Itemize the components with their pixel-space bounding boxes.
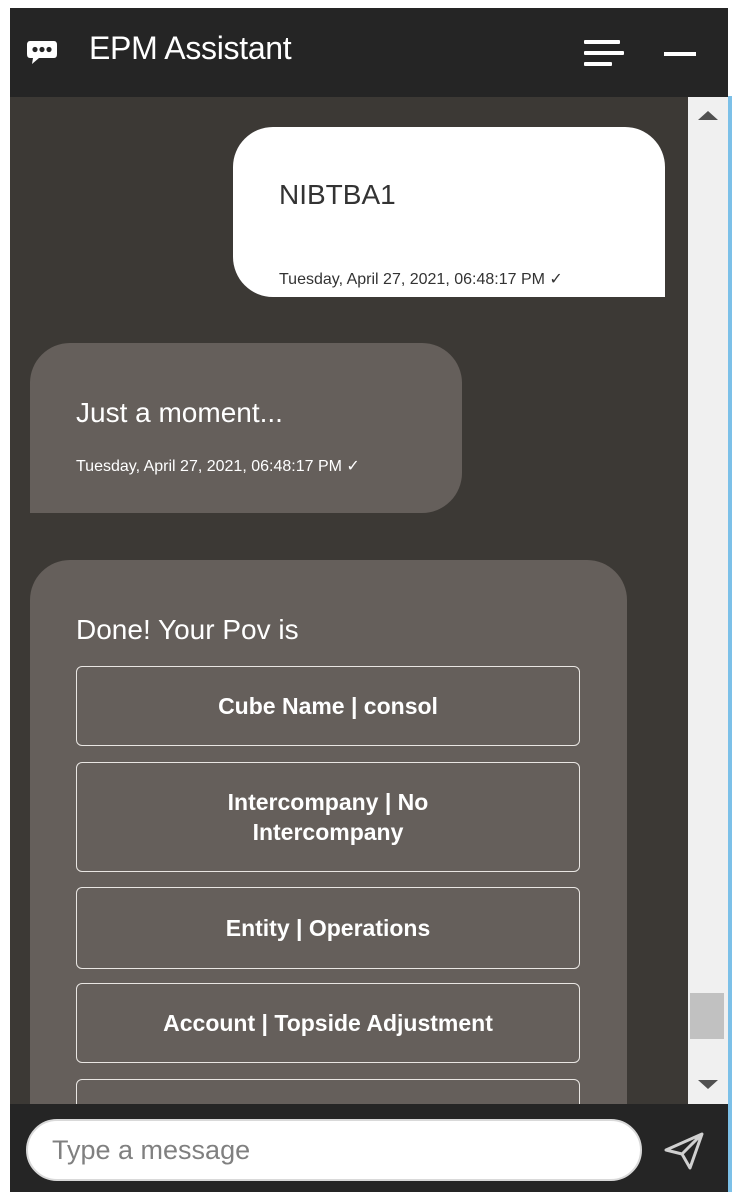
bot-message-text: Just a moment... <box>76 397 283 428</box>
bot-message-timestamp: Tuesday, April 27, 2021, 06:48:17 PM <box>76 456 360 476</box>
scroll-up-arrow-icon[interactable] <box>688 97 728 137</box>
pov-message-text: Done! Your Pov is <box>76 614 299 645</box>
app-title: EPM Assistant <box>89 30 292 66</box>
pov-option-account[interactable]: Account | Topside Adjustment <box>76 983 580 1063</box>
message-composer <box>10 1104 728 1192</box>
epm-assistant-window: EPM Assistant NIBTBA1 Tuesday, April 27,… <box>10 8 728 1192</box>
pov-message-bubble: Done! Your Pov is Cube Name | consol Int… <box>30 560 627 1104</box>
chat-bubble-icon <box>27 41 57 64</box>
conversation-pane[interactable]: NIBTBA1 Tuesday, April 27, 2021, 06:48:1… <box>10 97 688 1104</box>
pov-option-partial[interactable] <box>76 1079 580 1104</box>
page-frame: EPM Assistant NIBTBA1 Tuesday, April 27,… <box>0 0 732 1192</box>
vertical-scrollbar[interactable] <box>688 97 728 1104</box>
menu-button[interactable] <box>580 36 626 70</box>
message-input[interactable] <box>26 1119 642 1181</box>
user-message-text: NIBTBA1 <box>279 179 396 210</box>
send-icon[interactable] <box>660 1128 706 1172</box>
user-message-timestamp: Tuesday, April 27, 2021, 06:48:17 PM <box>279 269 563 289</box>
pov-option-label: Intercompany | No Intercompany <box>227 789 429 845</box>
pov-option-intercompany[interactable]: Intercompany | No Intercompany <box>76 762 580 872</box>
minimize-button[interactable] <box>660 38 700 68</box>
scrollbar-thumb[interactable] <box>690 993 724 1039</box>
window-edge-accent <box>728 96 732 1192</box>
pov-option-entity[interactable]: Entity | Operations <box>76 887 580 969</box>
hamburger-menu-icon <box>584 40 620 44</box>
user-message-bubble: NIBTBA1 Tuesday, April 27, 2021, 06:48:1… <box>233 127 665 297</box>
pov-option-cube-name[interactable]: Cube Name | consol <box>76 666 580 746</box>
header-bar: EPM Assistant <box>10 8 728 97</box>
bot-message-bubble: Just a moment... Tuesday, April 27, 2021… <box>30 343 462 513</box>
scroll-down-arrow-icon[interactable] <box>688 1062 728 1102</box>
minimize-icon <box>664 52 696 56</box>
